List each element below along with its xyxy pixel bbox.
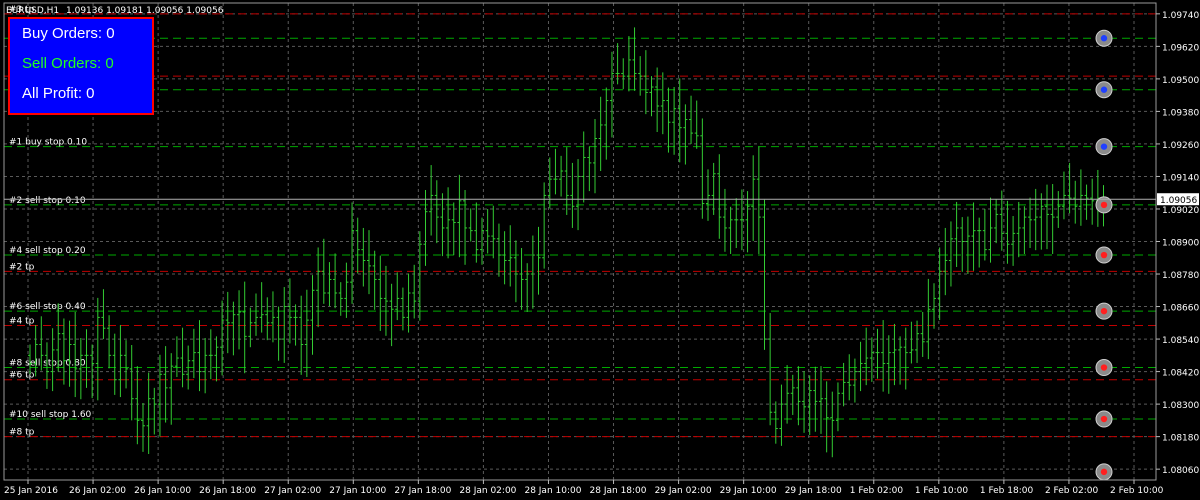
buy-order-marker-icon[interactable] xyxy=(1095,138,1113,156)
symbol-label: EURUSD,H1 xyxy=(6,6,59,16)
price-label: 1.09020 xyxy=(1162,206,1199,216)
order-line-label: #2 sell stop 0.10 xyxy=(9,196,86,206)
price-label: 1.08420 xyxy=(1162,369,1199,379)
time-label: 28 Jan 18:00 xyxy=(590,486,647,496)
buy-order-marker-icon[interactable] xyxy=(1095,29,1113,47)
marker-dot xyxy=(1100,307,1108,315)
order-line-label: #4 tp xyxy=(9,317,35,327)
ohlc-readout: 1.09136 1.09181 1.09056 1.09056 xyxy=(66,6,224,16)
time-label: 27 Jan 02:00 xyxy=(264,486,321,496)
price-label: 1.09260 xyxy=(1162,141,1199,151)
marker-dot xyxy=(1100,468,1108,476)
order-line-label: #4 sell stop 0.20 xyxy=(9,246,86,256)
time-label: 26 Jan 10:00 xyxy=(134,486,191,496)
time-label: 28 Jan 02:00 xyxy=(459,486,516,496)
order-line-label: #8 tp xyxy=(9,428,35,438)
time-label: 1 Feb 10:00 xyxy=(915,486,969,496)
marker-dot xyxy=(1100,201,1108,209)
time-label: 29 Jan 02:00 xyxy=(655,486,712,496)
price-label: 1.08780 xyxy=(1162,271,1199,281)
order-line-label: #1 buy stop 0.10 xyxy=(9,138,87,148)
time-label: 1 Feb 18:00 xyxy=(980,486,1034,496)
buy-order-marker-icon[interactable] xyxy=(1095,81,1113,99)
order-line-label: #10 sell stop 1.60 xyxy=(9,410,92,420)
sell-order-marker-icon[interactable] xyxy=(1095,359,1113,377)
price-label: 1.08660 xyxy=(1162,304,1199,314)
price-chart[interactable]: #3 tp#1 buy stop 0.10#2 sell stop 0.10#4… xyxy=(0,0,1200,500)
marker-dot xyxy=(1100,86,1108,93)
time-label: 29 Jan 10:00 xyxy=(720,486,777,496)
current-price-label: 1.09056 xyxy=(1160,196,1197,206)
price-label: 1.08300 xyxy=(1162,401,1199,411)
chart-background xyxy=(0,0,1200,500)
time-label: 1 Feb 02:00 xyxy=(850,486,904,496)
marker-dot xyxy=(1100,143,1108,150)
order-line-label: #6 tp xyxy=(9,371,35,381)
order-line-label: #6 sell stop 0.40 xyxy=(9,302,86,312)
price-label: 1.09140 xyxy=(1162,173,1199,183)
time-label: 2 Feb 10:00 xyxy=(1110,486,1164,496)
sell-order-marker-icon[interactable] xyxy=(1095,410,1113,428)
price-label: 1.09380 xyxy=(1162,108,1199,118)
time-label: 28 Jan 10:00 xyxy=(524,486,581,496)
sell-order-marker-icon[interactable] xyxy=(1095,463,1113,481)
orders-info-panel: Buy Orders: 0 Sell Orders: 0 All Profit:… xyxy=(8,17,154,115)
price-label: 1.08540 xyxy=(1162,336,1199,346)
sell-order-marker-icon[interactable] xyxy=(1095,302,1113,320)
price-label: 1.08900 xyxy=(1162,239,1199,249)
marker-dot xyxy=(1100,35,1108,42)
time-label: 2 Feb 02:00 xyxy=(1045,486,1099,496)
price-label: 1.09620 xyxy=(1162,43,1199,53)
time-label: 26 Jan 18:00 xyxy=(199,486,256,496)
time-label: 25 Jan 2016 xyxy=(4,486,58,496)
sell-orders-count: Sell Orders: 0 xyxy=(22,55,114,72)
time-label: 27 Jan 18:00 xyxy=(394,486,451,496)
sell-order-marker-icon[interactable] xyxy=(1095,246,1113,264)
buy-orders-count: Buy Orders: 0 xyxy=(22,25,115,42)
time-label: 26 Jan 02:00 xyxy=(69,486,126,496)
price-label: 1.08180 xyxy=(1162,434,1199,444)
time-label: 27 Jan 10:00 xyxy=(329,486,386,496)
time-label: 29 Jan 18:00 xyxy=(785,486,842,496)
price-label: 1.08060 xyxy=(1162,466,1199,476)
marker-dot xyxy=(1100,251,1108,259)
marker-dot xyxy=(1100,364,1108,371)
marker-dot xyxy=(1100,415,1108,423)
order-line-label: #2 tp xyxy=(9,262,35,272)
price-label: 1.09740 xyxy=(1162,11,1199,21)
price-label: 1.09500 xyxy=(1162,76,1199,86)
all-profit-value: All Profit: 0 xyxy=(22,85,95,102)
